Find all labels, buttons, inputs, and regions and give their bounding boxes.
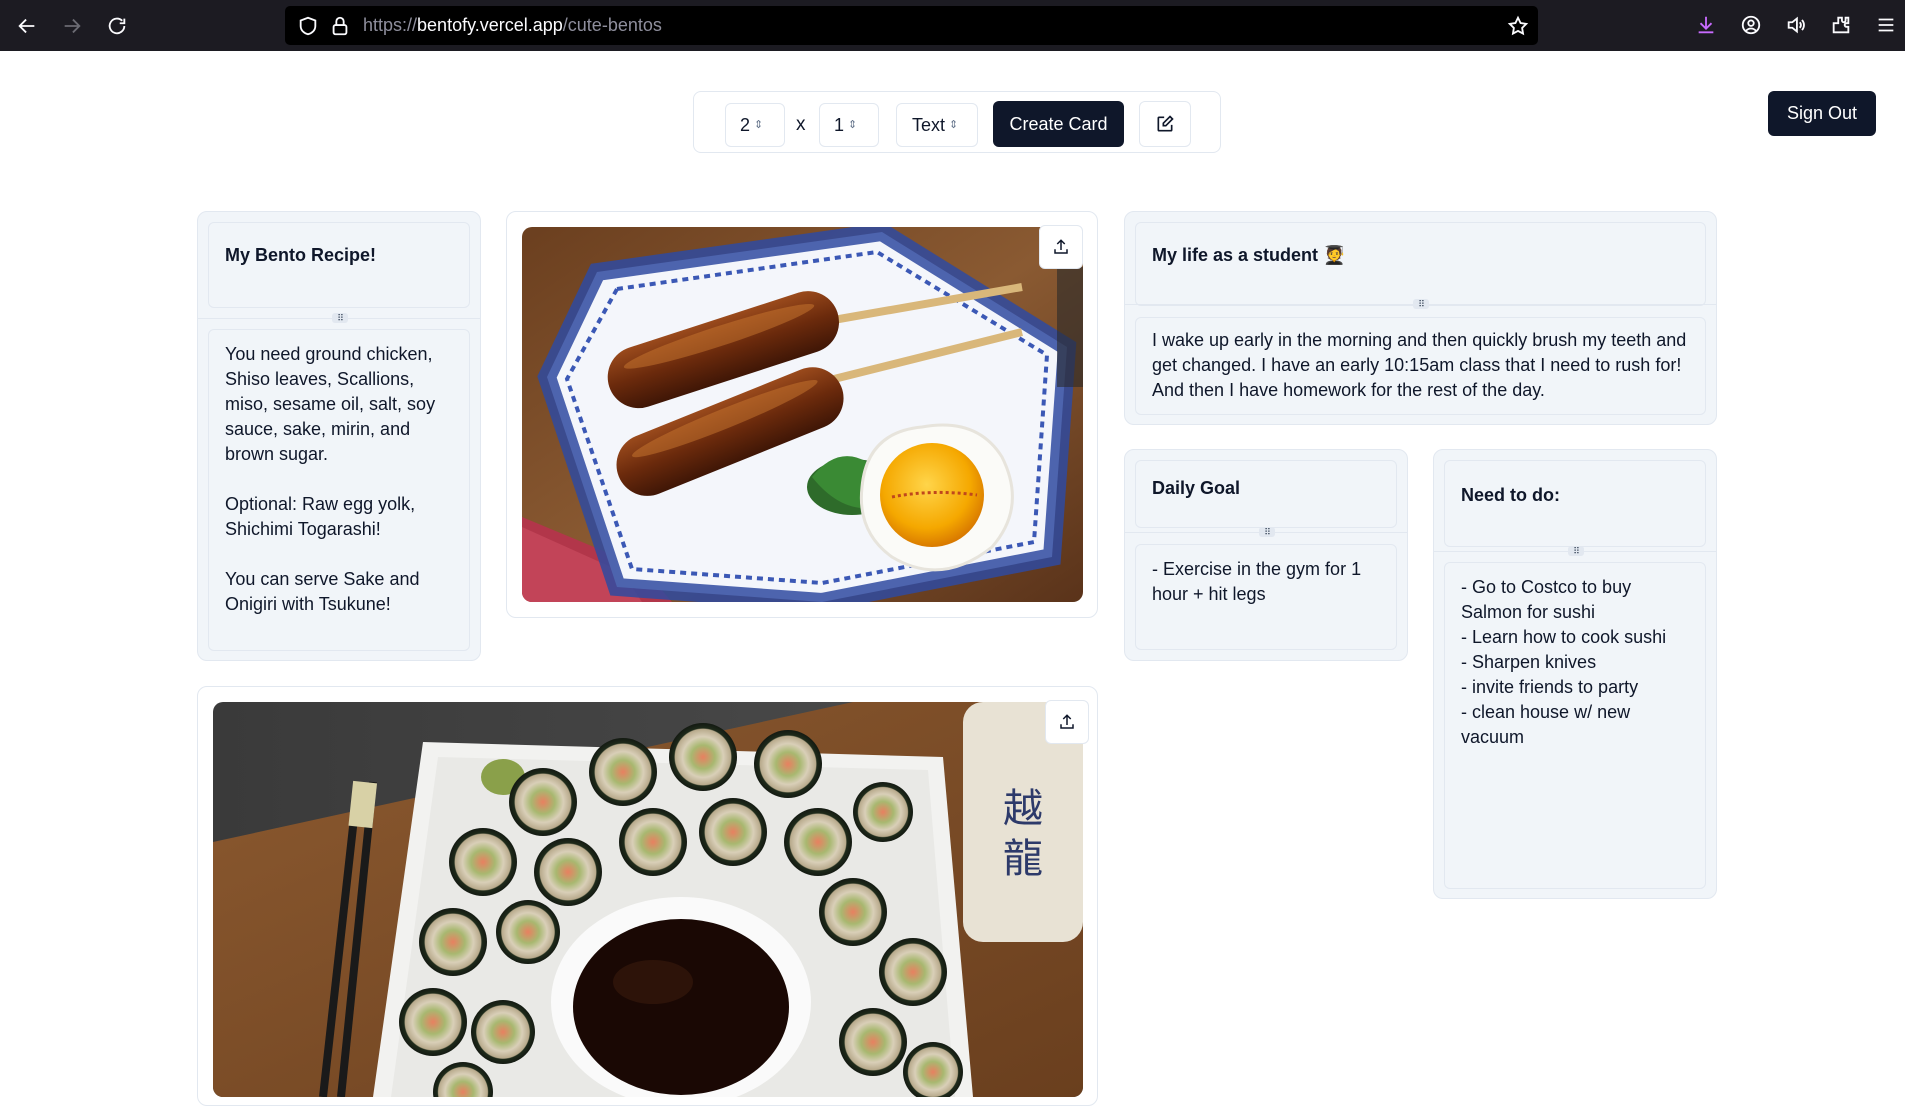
sushi-image: 越 龍 xyxy=(213,702,1083,1097)
edit-layout-button[interactable] xyxy=(1139,101,1191,147)
card-toolbar: 2 ⇕ x 1 ⇕ Text ⇕ Create Card xyxy=(693,91,1221,153)
student-card[interactable]: My life as a student 🧑‍🎓 ⠿ I wake up ear… xyxy=(1124,211,1717,425)
size-separator: x xyxy=(796,114,806,135)
student-body-box[interactable]: I wake up early in the morning and then … xyxy=(1135,317,1706,415)
drag-handle-icon[interactable]: ⠿ xyxy=(1568,546,1584,556)
tsukune-image xyxy=(522,227,1083,602)
svg-text:越: 越 xyxy=(1003,786,1043,832)
forward-icon[interactable] xyxy=(59,13,85,39)
chevron-updown-icon: ⇕ xyxy=(848,118,858,131)
student-body: I wake up early in the morning and then … xyxy=(1152,330,1687,400)
menu-icon[interactable] xyxy=(1875,14,1897,36)
todo-body-box[interactable]: - Go to Costco to buy Salmon for sushi -… xyxy=(1444,562,1706,889)
shield-icon[interactable] xyxy=(297,15,319,37)
bookmark-star-icon[interactable] xyxy=(1507,15,1529,37)
back-icon[interactable] xyxy=(14,13,40,39)
goal-title-box[interactable]: Daily Goal xyxy=(1135,460,1397,528)
drag-handle-icon[interactable]: ⠿ xyxy=(1413,299,1429,309)
todo-title-box[interactable]: Need to do: xyxy=(1444,460,1706,547)
goal-body: - Exercise in the gym for 1 hour + hit l… xyxy=(1152,559,1362,604)
address-bar[interactable]: https://bentofy.vercel.app/cute-bentos xyxy=(285,6,1538,45)
tsukune-image-card[interactable] xyxy=(506,211,1098,618)
chevron-updown-icon: ⇕ xyxy=(754,118,764,131)
account-icon[interactable] xyxy=(1740,14,1762,36)
drag-handle-icon[interactable]: ⠿ xyxy=(1259,527,1275,537)
browser-toolbar: https://bentofy.vercel.app/cute-bentos xyxy=(0,0,1905,51)
sign-out-button[interactable]: Sign Out xyxy=(1768,91,1876,136)
goal-title: Daily Goal xyxy=(1152,478,1241,498)
sushi-image-card[interactable]: 越 龍 xyxy=(197,686,1098,1106)
tsukune-photo xyxy=(522,227,1083,602)
recipe-body: You need ground chicken, Shiso leaves, S… xyxy=(225,344,436,614)
reload-icon[interactable] xyxy=(104,13,130,39)
share-icon xyxy=(1054,239,1068,254)
todo-title: Need to do: xyxy=(1461,485,1560,505)
speaker-icon[interactable] xyxy=(1785,14,1807,36)
extensions-icon[interactable] xyxy=(1830,14,1852,36)
width-select[interactable]: 2 ⇕ xyxy=(725,103,785,147)
width-value: 2 xyxy=(740,114,751,135)
download-icon[interactable] xyxy=(1695,14,1717,36)
recipe-title: My Bento Recipe! xyxy=(225,245,377,265)
url-text: https://bentofy.vercel.app/cute-bentos xyxy=(363,15,662,35)
student-title-box[interactable]: My life as a student 🧑‍🎓 xyxy=(1135,222,1706,306)
create-card-button[interactable]: Create Card xyxy=(993,101,1124,147)
card-type-select[interactable]: Text ⇕ xyxy=(896,103,978,147)
edit-icon xyxy=(1157,115,1174,132)
share-icon xyxy=(1060,714,1074,729)
height-value: 1 xyxy=(834,114,845,135)
share-button[interactable] xyxy=(1039,225,1083,269)
drag-handle-icon[interactable]: ⠿ xyxy=(332,313,348,323)
chevron-updown-icon: ⇕ xyxy=(949,118,959,131)
sushi-photo: 越 龍 xyxy=(213,702,1083,1097)
lock-icon[interactable] xyxy=(329,15,351,37)
share-button[interactable] xyxy=(1045,700,1089,744)
recipe-title-box[interactable]: My Bento Recipe! xyxy=(208,222,470,308)
daily-goal-card[interactable]: Daily Goal ⠿ - Exercise in the gym for 1… xyxy=(1124,449,1408,661)
svg-text:龍: 龍 xyxy=(1003,836,1043,882)
todo-body: - Go to Costco to buy Salmon for sushi -… xyxy=(1461,577,1667,747)
height-select[interactable]: 1 ⇕ xyxy=(819,103,879,147)
card-type-value: Text xyxy=(912,114,946,135)
todo-card[interactable]: Need to do: ⠿ - Go to Costco to buy Salm… xyxy=(1433,449,1717,899)
recipe-body-box[interactable]: You need ground chicken, Shiso leaves, S… xyxy=(208,329,470,651)
recipe-card[interactable]: My Bento Recipe! ⠿ You need ground chick… xyxy=(197,211,481,661)
student-title: My life as a student 🧑‍🎓 xyxy=(1152,245,1346,265)
goal-body-box[interactable]: - Exercise in the gym for 1 hour + hit l… xyxy=(1135,544,1397,650)
